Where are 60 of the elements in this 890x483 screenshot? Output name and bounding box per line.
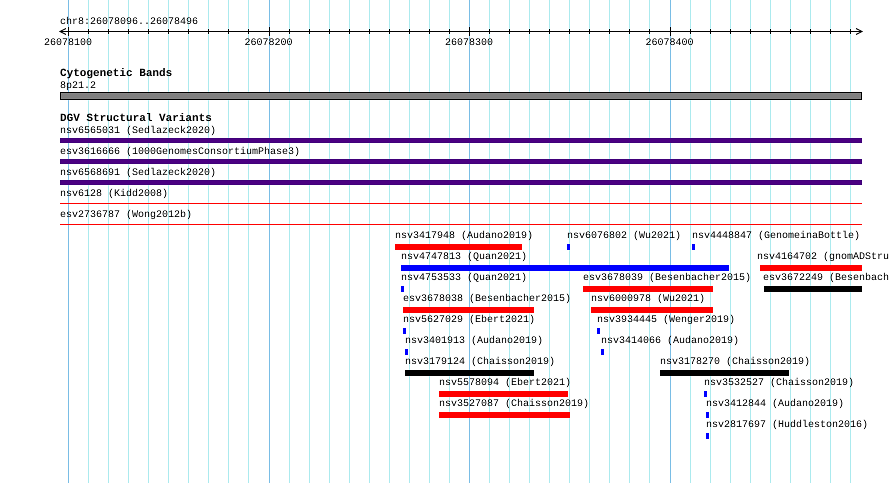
variant-bar[interactable] (405, 349, 408, 355)
variant-label[interactable]: nsv4753533 (Quan2021) (401, 273, 528, 284)
variant-bar[interactable] (405, 370, 534, 376)
variant-label[interactable]: nsv5627029 (Ebert2021) (403, 315, 536, 326)
variant-label[interactable]: esv3678038 (Besenbacher2015) (403, 294, 572, 305)
variant-label[interactable]: nsv6565031 (Sedlazeck2020) (60, 126, 216, 137)
variant-bar[interactable] (60, 180, 862, 185)
variant-label[interactable]: nsv6128 (Kidd2008) (60, 189, 168, 200)
variant-bar[interactable] (704, 391, 707, 397)
variant-label[interactable]: nsv3414066 (Audano2019) (601, 336, 740, 347)
variant-label[interactable]: nsv3401913 (Audano2019) (405, 336, 544, 347)
variant-label[interactable]: nsv6568691 (Sedlazeck2020) (60, 168, 216, 179)
variant-bar[interactable] (601, 349, 604, 355)
variant-bar[interactable] (764, 286, 862, 292)
track-title: DGV Structural Variants (59, 113, 213, 125)
variant-label[interactable]: esv2736787 (Wong2012b) (60, 210, 192, 221)
variant-bar[interactable] (583, 286, 713, 292)
variant-bar[interactable] (706, 433, 709, 439)
location-label: chr8:26078096..26078496 (60, 17, 198, 28)
variant-bar[interactable] (439, 391, 568, 397)
variant-bar[interactable] (760, 265, 862, 271)
tick-label: 26078100 (44, 38, 92, 49)
variant-line[interactable] (60, 224, 862, 225)
variant-label[interactable]: nsv6076802 (Wu2021) (567, 231, 682, 242)
tick-label: 26078400 (646, 38, 694, 49)
track-title: Cytogenetic Bands (59, 68, 174, 80)
variant-bar[interactable] (660, 370, 789, 376)
variant-label[interactable]: nsv3417948 (Audano2019) (395, 231, 534, 242)
variant-bar[interactable] (591, 307, 713, 313)
variant-label[interactable]: nsv3179124 (Chaisson2019) (405, 357, 556, 368)
variant-label[interactable]: nsv2817697 (Huddleston2016) (706, 420, 868, 431)
variant-bar[interactable] (692, 244, 695, 250)
variant-label[interactable]: nsv3412844 (Audano2019) (706, 399, 844, 410)
variant-bar[interactable] (597, 328, 600, 334)
variant-bar[interactable] (439, 412, 570, 418)
variant-label[interactable]: nsv4747813 (Quan2021) (401, 252, 528, 263)
variant-bar[interactable] (706, 412, 709, 418)
band-label: 8p21.2 (60, 81, 96, 92)
tick-label: 26078200 (244, 38, 293, 49)
variant-label[interactable]: nsv4164702 (gnomADStru (756, 252, 889, 263)
variant-label[interactable]: nsv5578094 (Ebert2021) (439, 378, 572, 389)
variant-label[interactable]: esv3672249 (Besenbach (762, 273, 889, 284)
variant-label[interactable]: nsv3527087 (Chaisson2019) (439, 399, 590, 410)
tick-label: 26078300 (445, 38, 494, 49)
variant-label[interactable]: nsv4448847 (GenomeinaBottle) (692, 231, 860, 242)
variant-bar[interactable] (403, 307, 534, 313)
variant-line[interactable] (60, 203, 862, 204)
variant-label[interactable]: nsv3934445 (Wenger2019) (597, 315, 736, 326)
variant-bar[interactable] (567, 244, 570, 250)
variant-bar[interactable] (395, 244, 522, 250)
variant-bar[interactable] (401, 265, 729, 271)
variant-label[interactable]: nsv6000978 (Wu2021) (591, 294, 706, 305)
variant-bar[interactable] (60, 138, 862, 143)
variant-label[interactable]: esv3616666 (1000GenomesConsortiumPhase3) (60, 147, 300, 158)
variant-bar[interactable] (401, 286, 404, 292)
variant-label[interactable]: esv3678039 (Besenbacher2015) (583, 273, 752, 284)
variant-bar[interactable] (403, 328, 406, 334)
variant-label[interactable]: nsv3532527 (Chaisson2019) (704, 378, 854, 389)
variant-label[interactable]: nsv3178270 (Chaisson2019) (660, 357, 810, 368)
variant-bar[interactable] (60, 159, 862, 164)
